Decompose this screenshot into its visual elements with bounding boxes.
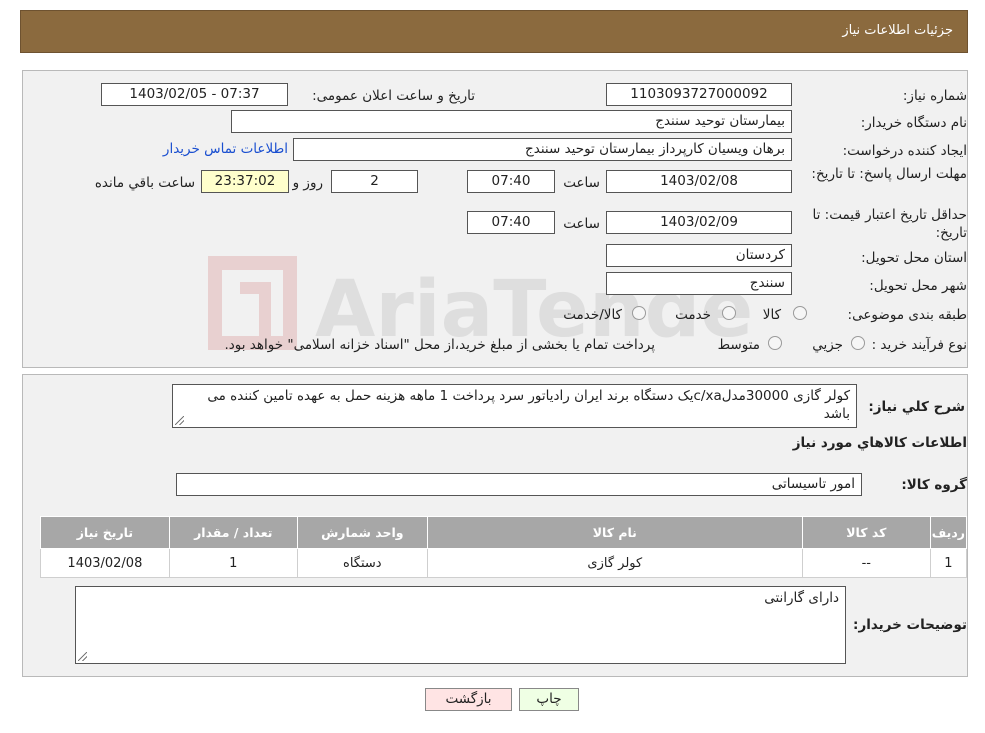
buyer-contact-link[interactable]: اطلاعات تماس خریدار [163,141,288,157]
category-radio-goods-service[interactable] [632,306,646,320]
deadline-time-field: 07:40 [467,170,555,193]
city-label: شهر محل تحویل: [869,278,967,294]
remaining-time-field: 23:37:02 [201,170,289,193]
category-radio-goods[interactable] [793,306,807,320]
page-title: جزئیات اطلاعات نیاز [842,23,953,38]
buyer-notes-text: دارای گارانتی [764,590,839,606]
goods-group-label: گروه کالا: [901,477,967,493]
col-unit-header: واحد شمارش [296,516,428,549]
request-creator-field: برهان ویسیان کارپرداز بیمارستان توحید سن… [293,138,792,161]
deadline-label: مهلت ارسال پاسخ: تا تاریخ: [811,166,967,182]
category-option-service: خدمت [675,307,711,323]
province-field: کردستان [606,244,792,267]
process-option-minor: جزیي [812,337,843,353]
category-option-goods: کالا [762,307,781,323]
col-date-header: تاريخ نياز [40,516,170,549]
announce-datetime-label: تاریخ و ساعت اعلان عمومی: [312,88,475,104]
items-table: رديف کد کالا نام کالا واحد شمارش تعداد /… [40,516,968,578]
validity-time-field: 07:40 [467,211,555,234]
deadline-time-label: ساعت [563,175,600,191]
process-radio-minor[interactable] [851,336,865,350]
process-radio-medium[interactable] [768,336,782,350]
need-number-field: 1103093727000092 [606,83,792,106]
page-header: جزئیات اطلاعات نیاز [20,10,968,53]
category-option-goods-service: کالا/خدمت [563,307,622,323]
validity-time-label: ساعت [563,216,600,232]
buyer-org-field: بیمارستان توحید سنندج [231,110,792,133]
category-label: طبقه بندی موضوعی: [847,307,967,323]
cell-row: 1 [929,548,968,578]
cell-unit: دستگاه [296,548,428,578]
deadline-date-field: 1403/02/08 [606,170,792,193]
days-label: روز و [292,175,323,191]
goods-group-field: امور تاسیساتی [176,473,862,496]
announce-datetime-field: 1403/02/05 - 07:37 [101,83,288,106]
need-number-label: شماره نیاز: [902,88,967,104]
col-name-header: نام کالا [426,516,803,549]
days-field: 2 [331,170,418,193]
col-qty-header: تعداد / مقدار [168,516,298,549]
category-radio-service[interactable] [722,306,736,320]
buyer-notes-label: توضيحات خريدار: [853,617,967,633]
need-summary-box: کولر گازی 30000مدلc/xaیک دستگاه برند ایر… [172,384,857,428]
items-section-title: اطلاعات کالاهاي مورد نياز [792,435,967,451]
cell-name: کولر گازی [426,548,803,578]
price-validity-label: حداقل تاریخ اعتبار قیمت: تا تاریخ: [812,207,967,241]
table-row: 1 -- کولر گازی دستگاه 1 1403/02/08 [40,548,968,578]
resize-handle-icon[interactable] [78,652,87,661]
items-table-header: رديف کد کالا نام کالا واحد شمارش تعداد /… [40,516,968,549]
back-button[interactable]: بازگشت [425,688,512,711]
city-field: سنندج [606,272,792,295]
province-label: استان محل تحویل: [861,250,967,266]
buyer-notes-box: دارای گارانتی [75,586,846,664]
cell-qty: 1 [168,548,298,578]
buyer-org-label: نام دستگاه خریدار: [860,115,967,131]
resize-handle-icon[interactable] [175,416,184,425]
process-option-medium: متوسط [717,337,760,353]
col-code-header: کد کالا [801,516,931,549]
need-summary-label: شرح کلي نياز: [868,399,965,415]
request-creator-label: ایجاد کننده درخواست: [842,143,967,159]
cell-date: 1403/02/08 [40,548,170,578]
process-payment-note: پرداخت تمام یا بخشی از مبلغ خرید،از محل … [224,337,655,353]
process-label: نوع فرآیند خرید : [871,337,967,353]
col-row-header: رديف [929,516,968,549]
cell-code: -- [801,548,931,578]
validity-date-field: 1403/02/09 [606,211,792,234]
print-button[interactable]: چاپ [519,688,579,711]
need-summary-text: کولر گازی 30000مدلc/xaیک دستگاه برند ایر… [207,388,850,422]
remaining-time-label: ساعت باقي مانده [94,175,195,191]
